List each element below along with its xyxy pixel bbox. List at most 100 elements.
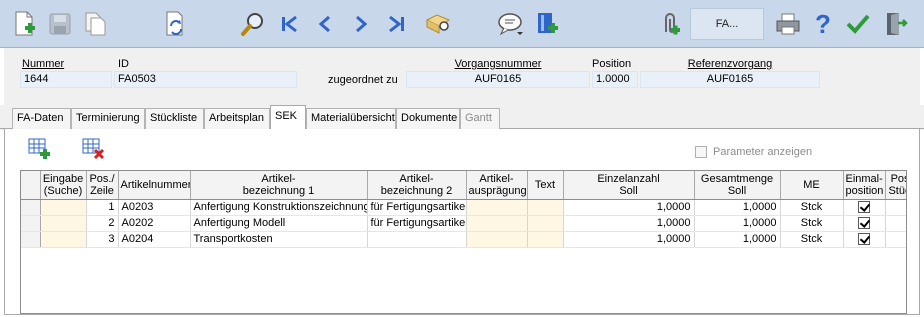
einzelanzahl-cell[interactable]: 1,0000 <box>563 215 695 232</box>
tab-materialuebersicht[interactable]: Materialübersicht <box>306 108 396 129</box>
einmalposition-cell[interactable] <box>843 215 886 232</box>
bezeichnung-1-cell[interactable]: Anfertigung Modell <box>190 215 368 232</box>
add-row-button[interactable] <box>27 137 53 161</box>
parameter-checkbox[interactable] <box>695 146 707 158</box>
previous-record-button[interactable] <box>310 8 340 40</box>
table-row[interactable]: 1 A0203 Anfertigung Konstruktionszeichnu… <box>21 199 907 216</box>
table-row[interactable]: 3 A0204 Transportkosten 1,0000 1,0000 St… <box>21 231 907 248</box>
first-record-button[interactable] <box>274 8 304 40</box>
vorgang-field[interactable]: AUF0165 <box>406 71 590 88</box>
auspraegung-cell[interactable] <box>466 215 528 232</box>
exit-button[interactable] <box>880 8 910 40</box>
column-header-pos[interactable]: Pos./Zeile <box>86 171 119 200</box>
refresh-document-icon <box>166 11 183 36</box>
first-record-icon <box>282 15 297 33</box>
stueckliste-checkbox[interactable] <box>906 217 907 229</box>
bezeichnung-1-cell[interactable]: Transportkosten <box>190 231 368 248</box>
column-header-pos-aus-stueckliste[interactable]: Pos. ausStückliste <box>885 171 906 200</box>
stueckliste-cell[interactable] <box>885 215 907 232</box>
einmalposition-cell[interactable] <box>843 199 886 216</box>
column-header-auspraegung[interactable]: Artikel-ausprägung <box>466 171 528 200</box>
row-selector[interactable] <box>21 199 41 216</box>
next-record-button[interactable] <box>346 8 376 40</box>
tab-dokumente[interactable]: Dokumente <box>396 108 460 129</box>
stueckliste-cell[interactable] <box>885 231 907 248</box>
einzelanzahl-cell[interactable]: 1,0000 <box>563 199 695 216</box>
me-cell[interactable]: Stck <box>780 199 844 216</box>
gesamtmenge-cell[interactable]: 1,0000 <box>694 199 781 216</box>
einzelanzahl-cell[interactable]: 1,0000 <box>563 231 695 248</box>
refresh-document-button[interactable] <box>160 8 190 40</box>
add-book-button[interactable] <box>532 8 562 40</box>
eingabe-cell[interactable] <box>40 215 87 232</box>
einmalposition-checkbox[interactable] <box>858 201 870 214</box>
id-field[interactable]: FA0503 <box>114 71 297 88</box>
artikelnummer-cell[interactable]: A0204 <box>118 231 191 248</box>
bezeichnung-1-cell[interactable]: Anfertigung Konstruktionszeichnung <box>190 199 368 216</box>
gesamtmenge-cell[interactable]: 1,0000 <box>694 215 781 232</box>
bezeichnung-2-cell[interactable] <box>367 231 467 248</box>
eingabe-cell[interactable] <box>40 231 87 248</box>
position-field[interactable]: 1.0000 <box>592 71 638 88</box>
position-label: Position <box>592 58 632 70</box>
einmalposition-checkbox[interactable] <box>858 217 870 230</box>
auspraegung-cell[interactable] <box>466 199 528 216</box>
referenz-field[interactable]: AUF0165 <box>640 71 820 88</box>
column-header-bezeichnung-2[interactable]: Artikel-bezeichnung 2 <box>367 171 467 200</box>
column-header-einmalposition[interactable]: Einmal-position <box>843 171 886 200</box>
column-header-me[interactable]: ME <box>780 171 844 200</box>
column-header-artikelnummer[interactable]: Artikelnummer <box>118 171 191 200</box>
stueckliste-checkbox[interactable] <box>906 233 907 245</box>
stueckliste-cell[interactable] <box>885 199 907 216</box>
me-cell[interactable]: Stck <box>780 231 844 248</box>
column-header-eingabe[interactable]: Eingabe (Suche) <box>40 171 87 200</box>
find-record-button[interactable] <box>424 8 454 40</box>
pos-cell[interactable]: 3 <box>86 231 119 248</box>
nummer-field[interactable]: 1644 <box>20 71 112 88</box>
tab-stueckliste[interactable]: Stückliste <box>145 108 204 129</box>
help-button[interactable]: ? <box>808 8 838 40</box>
tab-fa-daten[interactable]: FA-Daten <box>12 108 71 129</box>
pos-cell[interactable]: 2 <box>86 215 119 232</box>
tab-sek[interactable]: SEK <box>270 105 306 129</box>
auspraegung-cell[interactable] <box>466 231 528 248</box>
zugeordnet-label: zugeordnet zu <box>328 74 398 86</box>
einmalposition-checkbox[interactable] <box>858 233 870 246</box>
row-selector[interactable] <box>21 215 41 232</box>
column-header-einzelanzahl[interactable]: Einzelanzahl Soll <box>563 171 695 200</box>
artikelnummer-cell[interactable]: A0202 <box>118 215 191 232</box>
column-header-bezeichnung-1[interactable]: Artikel-bezeichnung 1 <box>190 171 368 200</box>
bezeichnung-2-cell[interactable]: für Fertigungsartikel <box>367 199 467 216</box>
bezeichnung-2-cell[interactable]: für Fertigungsartikel <box>367 215 467 232</box>
eingabe-cell[interactable] <box>40 199 87 216</box>
table-row[interactable]: 2 A0202 Anfertigung Modell für Fertigung… <box>21 215 907 232</box>
text-cell[interactable] <box>527 199 564 216</box>
last-record-button[interactable] <box>382 8 412 40</box>
attachment-button[interactable] <box>655 8 685 40</box>
search-button[interactable] <box>238 8 268 40</box>
einmalposition-cell[interactable] <box>843 231 886 248</box>
text-cell[interactable] <box>527 231 564 248</box>
text-cell[interactable] <box>527 215 564 232</box>
print-button[interactable] <box>773 8 803 40</box>
me-cell[interactable]: Stck <box>780 215 844 232</box>
copy-button[interactable] <box>80 8 110 40</box>
save-button[interactable] <box>45 8 75 40</box>
tab-arbeitsplan[interactable]: Arbeitsplan <box>204 108 270 129</box>
stueckliste-checkbox[interactable] <box>906 201 907 213</box>
delete-row-button[interactable] <box>81 137 107 161</box>
column-header-gesamtmenge[interactable]: Gesamtmenge Soll <box>694 171 781 200</box>
fa-button[interactable]: FA... <box>690 8 764 40</box>
row-selector[interactable] <box>21 231 41 248</box>
column-header-text[interactable]: Text <box>527 171 564 200</box>
confirm-button[interactable] <box>843 8 873 40</box>
tab-terminierung[interactable]: Terminierung <box>71 108 145 129</box>
notes-button[interactable] <box>496 8 526 40</box>
header-line: Pos./ <box>89 172 115 185</box>
parameter-toggle[interactable]: Parameter anzeigen <box>695 146 812 158</box>
gesamtmenge-cell[interactable]: 1,0000 <box>694 231 781 248</box>
artikelnummer-cell[interactable]: A0203 <box>118 199 191 216</box>
pos-cell[interactable]: 1 <box>86 199 119 216</box>
new-document-button[interactable] <box>10 8 40 40</box>
header-line: Zeile <box>90 184 114 197</box>
